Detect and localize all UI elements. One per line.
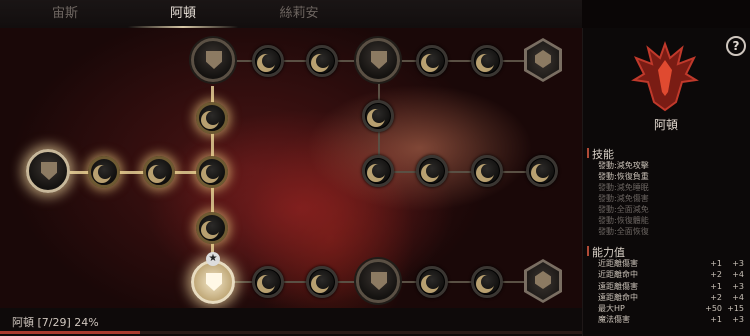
stat-row: 魔法傷害 +1 +3 — [598, 314, 744, 325]
skill-node[interactable] — [196, 102, 228, 134]
star-icon: ★ — [206, 252, 220, 266]
stat-current: +2 — [710, 292, 722, 302]
skill-node[interactable] — [143, 156, 175, 188]
skill-node[interactable] — [416, 155, 448, 187]
stat-name: 遠距離命中 — [598, 292, 638, 302]
current-node[interactable] — [191, 260, 235, 304]
skill-node[interactable] — [252, 266, 284, 298]
hex-emblem-node[interactable] — [524, 38, 562, 82]
stat-name: 魔法傷害 — [598, 315, 630, 325]
skill-node[interactable] — [306, 266, 338, 298]
skill-node[interactable] — [88, 156, 120, 188]
stat-name: 遠距離傷害 — [598, 281, 638, 291]
skill-list: 發動:減免攻擊 發動:恢復負重 發動:減免睡眠 發動:減免傷害 發動:全面減免 發動:恢復… — [598, 160, 649, 237]
stat-max: +3 — [732, 281, 744, 291]
skill-node[interactable] — [416, 45, 448, 77]
emblem-node[interactable] — [191, 38, 235, 82]
stat-max: +4 — [732, 292, 744, 302]
stat-max: +3 — [732, 315, 744, 325]
skill-item: 發動:減免傷害 — [598, 194, 649, 203]
progress-bar — [0, 331, 582, 334]
stat-max: +15 — [727, 304, 744, 314]
stat-row: 遠距離命中 +2 +4 — [598, 292, 744, 303]
progress-area: 阿頓 [7/29] 24% — [0, 308, 582, 336]
connector — [48, 171, 214, 174]
progress-label: 阿頓 [7/29] 24% — [12, 316, 99, 329]
skill-tree-board: ★ — [0, 28, 582, 308]
skill-item: 發動:恢復負重 — [598, 172, 649, 181]
emblem-node[interactable] — [356, 38, 400, 82]
stat-list: 近距離傷害 +1 +3 近距離命中 +2 +4 遠距離傷害 +1 +3 遠距離命中 +2 +4 最大HP… — [598, 258, 744, 326]
skill-node[interactable] — [306, 45, 338, 77]
stat-current: +1 — [710, 281, 722, 291]
stat-row: 近距離傷害 +1 +3 — [598, 258, 744, 269]
stat-row: 近距離命中 +2 +4 — [598, 269, 744, 280]
stat-current: +1 — [710, 259, 722, 268]
skill-item: 發動:全面減免 — [598, 205, 649, 214]
shield-icon — [371, 51, 387, 69]
emblem-node[interactable] — [356, 259, 400, 303]
stat-current: +50 — [705, 304, 722, 314]
hero-name: 阿頓 — [653, 118, 678, 132]
skill-node[interactable] — [471, 155, 503, 187]
stat-name: 近距離傷害 — [598, 259, 638, 268]
skill-item: 發動:減免睡眠 — [598, 183, 649, 192]
stat-row: 最大HP +50 +15 — [598, 303, 744, 314]
hex-emblem-node[interactable] — [524, 259, 562, 303]
stat-name: 最大HP — [598, 304, 625, 314]
skill-node[interactable] — [471, 266, 503, 298]
skill-node[interactable] — [416, 266, 448, 298]
stat-row: 遠距離傷害 +1 +3 — [598, 281, 744, 292]
skill-node[interactable] — [362, 100, 394, 132]
skill-node[interactable] — [252, 45, 284, 77]
skill-node[interactable] — [196, 156, 228, 188]
stat-name: 近距離命中 — [598, 270, 638, 280]
connector — [378, 171, 544, 173]
shield-icon — [41, 162, 57, 180]
skill-item: 發動:減免攻擊 — [598, 161, 649, 170]
stat-current: +1 — [710, 315, 722, 325]
hero-crest-icon — [631, 41, 699, 112]
skill-item: 發動:全面恢復 — [598, 227, 649, 236]
skill-node[interactable] — [196, 212, 228, 244]
tab-zeus[interactable]: 宙斯 — [10, 0, 120, 28]
tab-aton[interactable]: 阿頓 — [128, 0, 238, 28]
tab-silian[interactable]: 絲莉安 — [244, 0, 354, 28]
stat-max: +3 — [732, 259, 744, 268]
shield-icon — [206, 273, 222, 291]
skill-item: 發動:恢復體能 — [598, 216, 649, 225]
stat-current: +2 — [710, 270, 722, 280]
help-button[interactable]: ? — [726, 36, 746, 56]
skill-node[interactable] — [526, 155, 558, 187]
skill-node[interactable] — [471, 45, 503, 77]
progress-fill — [0, 331, 140, 334]
skill-node[interactable] — [362, 155, 394, 187]
shield-icon — [371, 272, 387, 290]
shield-icon — [206, 51, 222, 69]
stat-max: +4 — [732, 270, 744, 280]
root-node[interactable] — [26, 149, 70, 193]
tab-bar: 宙斯 阿頓 絲莉安 — [0, 0, 582, 29]
